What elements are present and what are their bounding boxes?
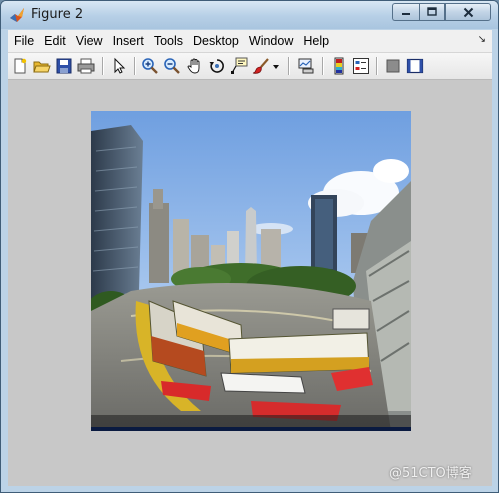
brush-icon [252,58,269,74]
brush-button[interactable] [251,56,271,76]
maximize-icon [427,7,437,16]
menu-view[interactable]: View [71,34,108,48]
legend-icon [353,58,369,74]
minimize-icon [402,13,410,15]
toolbar-separator [134,57,135,75]
pan-hand-icon [187,58,200,74]
open-file-icon [33,61,51,73]
dock-arrow-icon[interactable]: ↘ [478,34,486,45]
data-cursor-icon [231,57,248,74]
link-plot-button[interactable] [296,56,316,76]
zoom-in-icon [142,58,158,74]
new-figure-icon [14,58,27,74]
figure-toolbar [8,53,492,80]
hide-plot-tools-icon [386,59,400,73]
colorbar-button[interactable] [329,56,349,76]
menu-help[interactable]: Help [298,34,334,48]
menu-insert[interactable]: Insert [108,34,149,48]
legend-button[interactable] [351,56,371,76]
fisheye-street-image[interactable] [91,111,411,431]
rotate-3d-icon [209,59,224,73]
toolbar-separator [322,57,323,75]
watermark: @51CTO博客 [389,466,472,481]
toolbar-separator [102,57,103,75]
edit-plot-button[interactable] [109,56,129,76]
brush-dropdown-button[interactable] [271,56,281,76]
menu-tools[interactable]: Tools [149,34,188,48]
save-button[interactable] [54,56,74,76]
figure-canvas[interactable] [8,80,492,486]
maximize-button[interactable] [419,3,445,21]
zoom-in-button[interactable] [140,56,160,76]
new-figure-button[interactable] [10,56,30,76]
toolbar-separator [376,57,377,75]
save-icon [56,58,72,74]
brush-dropdown-icon [273,65,279,69]
close-button[interactable] [445,3,491,21]
edit-plot-arrow-icon [114,57,126,74]
menu-bar: File Edit View Insert Tools Desktop Wind… [8,30,492,53]
print-icon [77,58,95,74]
menu-edit[interactable]: Edit [39,34,71,48]
title-bar[interactable]: Figure 2 [1,1,498,29]
open-file-button[interactable] [32,56,52,76]
window-title: Figure 2 [31,7,84,22]
hide-plot-tools-button[interactable] [383,56,403,76]
show-plot-tools-icon [406,58,424,74]
print-button[interactable] [76,56,96,76]
toolbar-separator [288,57,289,75]
link-plot-icon [298,58,314,74]
minimize-button[interactable] [392,3,419,21]
close-icon [463,7,473,17]
menu-window[interactable]: Window [244,34,298,48]
figure-window: Figure 2 File Edit View Insert Tools Des… [0,0,499,493]
menu-file[interactable]: File [8,34,39,48]
colorbar-icon [334,57,344,75]
matlab-logo-icon [10,8,24,22]
show-plot-tools-button[interactable] [405,56,425,76]
rotate-3d-button[interactable] [207,56,227,76]
pan-button[interactable] [185,56,205,76]
zoom-out-button[interactable] [162,56,182,76]
zoom-out-icon [164,58,180,74]
data-cursor-button[interactable] [229,56,249,76]
menu-desktop[interactable]: Desktop [188,34,244,48]
